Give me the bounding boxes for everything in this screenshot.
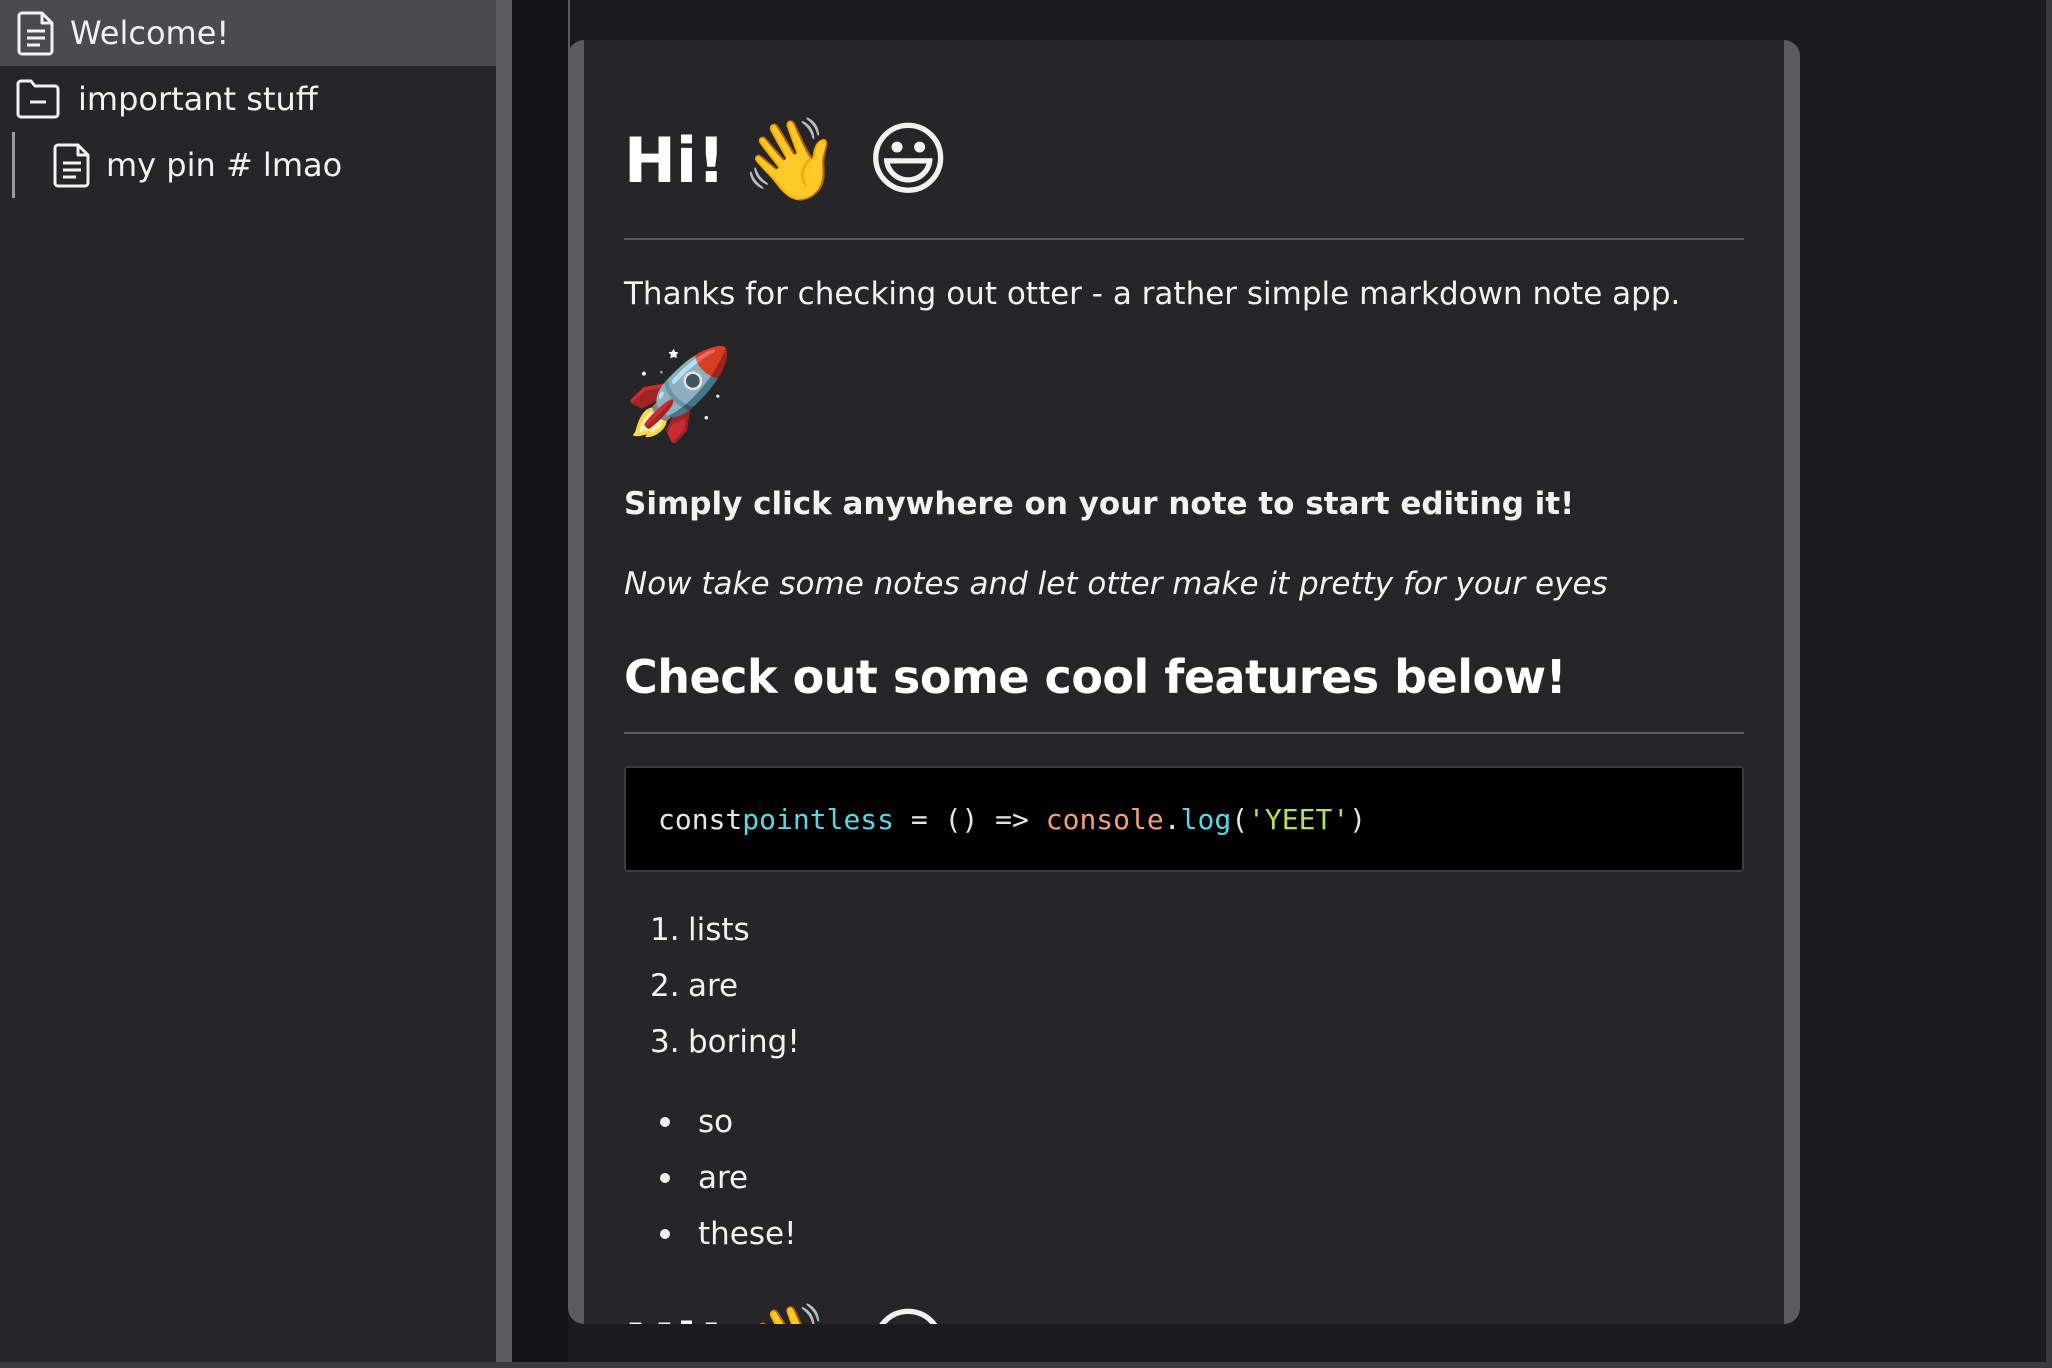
repeated-heading: Hi! 👋 😃 [624,1266,950,1325]
italic-paragraph: Now take some notes and let otter make i… [624,566,1608,602]
features-heading: Check out some cool features below! [624,650,1744,734]
code-paren-open: ( [1231,802,1249,836]
wave-smile-emoji: 👋 😃 [741,113,950,206]
note-card[interactable]: Hi! 👋 😃 Thanks for checking out otter - … [568,40,1800,1324]
list-item: these! [650,1206,797,1262]
code-function-name: pointless [742,802,895,836]
bullet-icon [660,1117,670,1127]
folder-open-icon [16,79,60,119]
heading-text: Hi! [624,1310,725,1325]
file-icon [53,143,90,188]
rocket-emoji: 🚀 [624,342,734,445]
sidebar-item-my-pin[interactable]: my pin # lmao [0,132,496,198]
list-item: 3. boring! [650,1024,800,1060]
code-paren-close: ) [1349,802,1367,836]
sidebar-resize-handle[interactable] [496,0,512,1368]
bullet-list: so are these! [650,1094,797,1262]
sidebar: Welcome! important stuff my pin # lmao [0,0,496,1368]
sidebar-item-welcome[interactable]: Welcome! [0,0,496,66]
bold-paragraph: Simply click anywhere on your note to st… [624,486,1575,522]
list-item: so [650,1094,797,1150]
sidebar-item-important-stuff[interactable]: important stuff [0,66,496,132]
ordered-list: 1. lists 2. are 3. boring! [650,902,800,1070]
heading-text: Hi! [624,123,726,197]
code-method: log [1180,802,1232,836]
list-item: are [650,1150,797,1206]
sidebar-item-label: Welcome! [70,14,230,52]
file-icon [17,11,54,56]
window-edge [2046,0,2052,1368]
code-operator: = () => [894,802,1046,836]
note-content-area[interactable]: Hi! 👋 😃 Thanks for checking out otter - … [584,40,1784,1324]
code-block: const pointless = () => console. log('YEE… [624,766,1744,872]
wave-smile-emoji: 👋 😃 [741,1306,949,1325]
window-edge [0,1362,2052,1368]
note-heading: Hi! 👋 😃 [624,82,1744,240]
sidebar-item-label: my pin # lmao [106,146,343,184]
editor-gutter [512,0,568,1368]
sidebar-item-label: important stuff [78,80,318,118]
code-dot: . [1163,802,1181,836]
bullet-icon [660,1229,670,1239]
code-string: 'YEET' [1248,802,1350,836]
intro-paragraph: Thanks for checking out otter - a rather… [624,276,1681,312]
code-keyword: const [658,802,743,836]
bullet-icon [660,1173,670,1183]
list-item: 1. lists [650,912,750,948]
list-item: 2. are [650,968,739,1004]
code-object: console [1045,802,1164,836]
